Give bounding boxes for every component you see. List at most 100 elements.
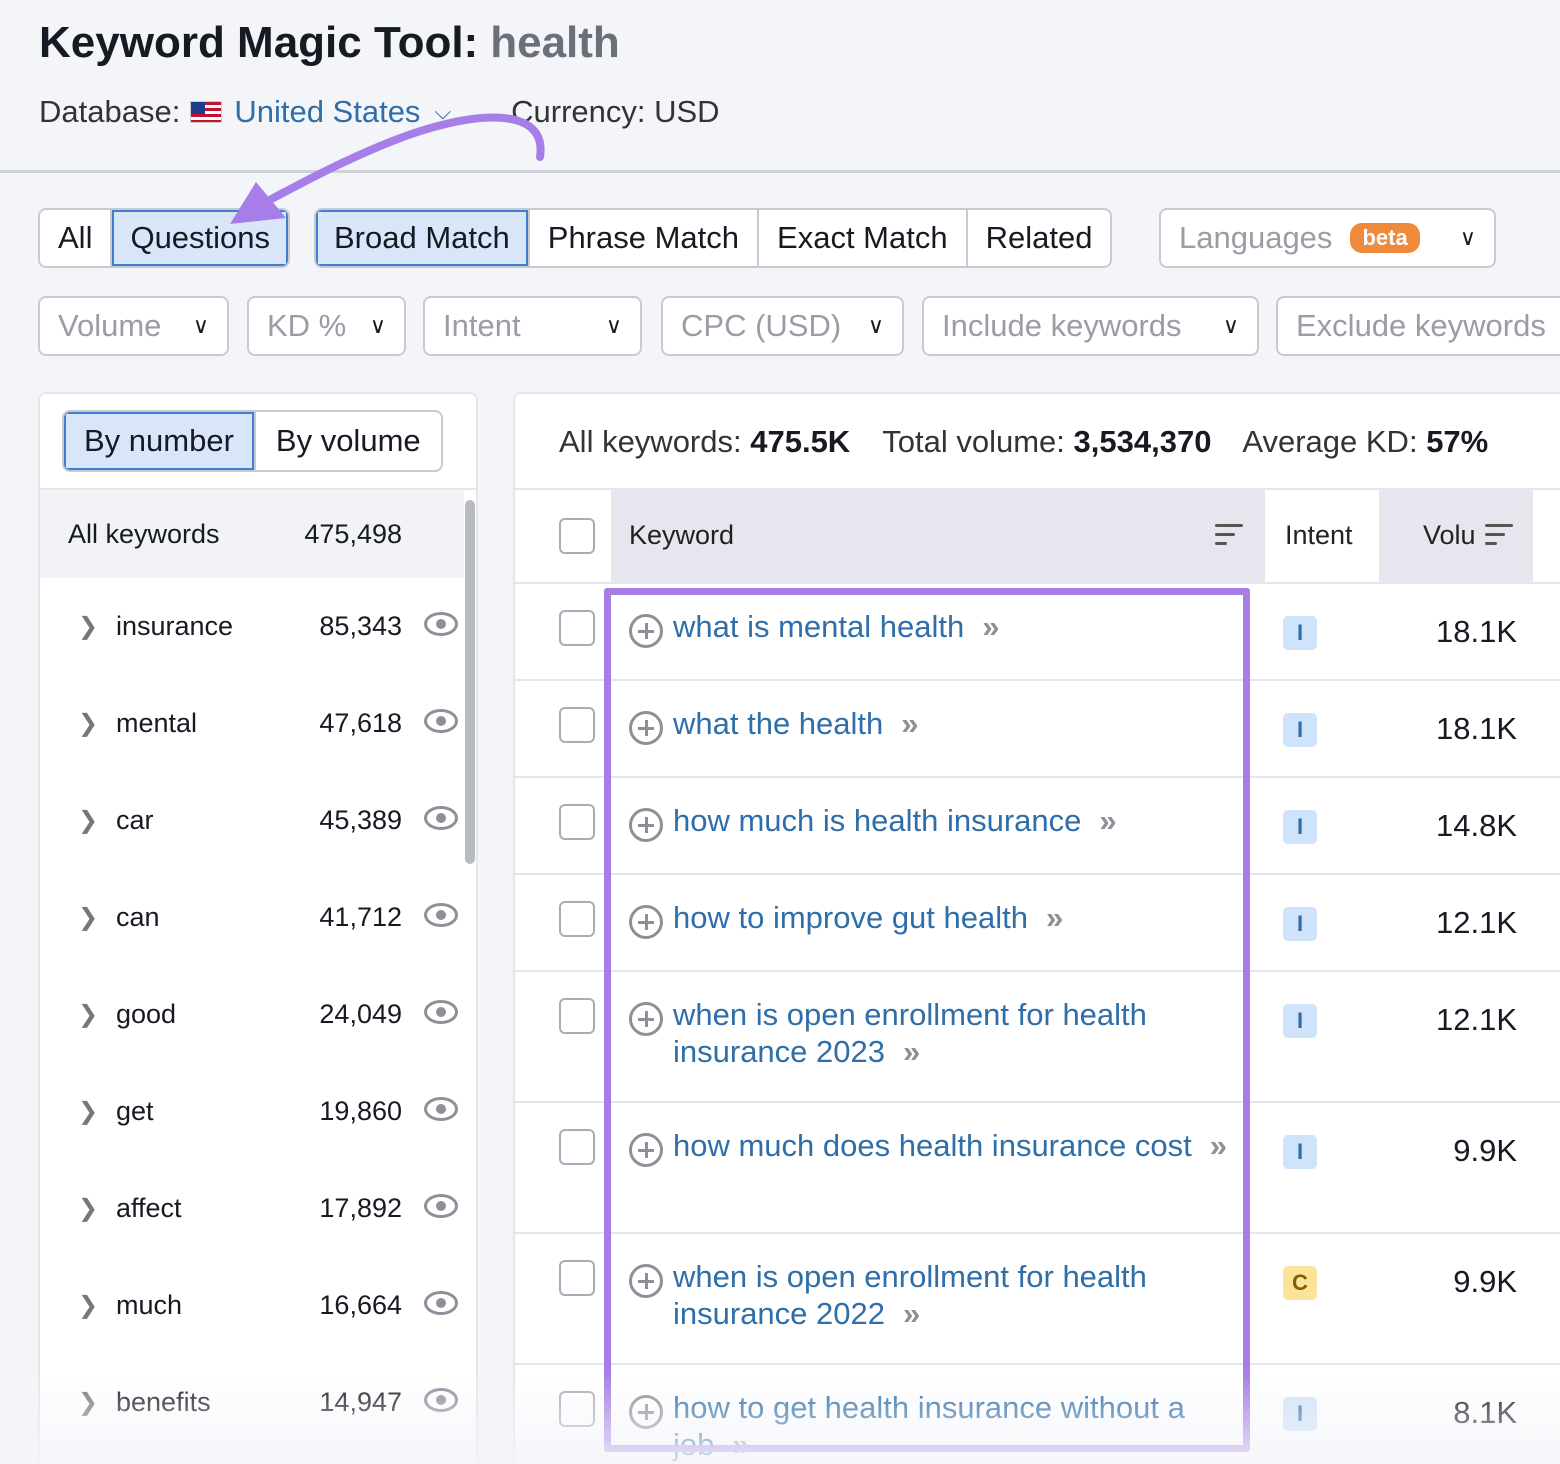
keyword-link[interactable]: how to get health insurance without a jo…	[673, 1390, 1185, 1462]
keyword-group-item[interactable]: ❯ affect 17,892	[40, 1160, 464, 1257]
exclude-keywords-filter[interactable]: Exclude keywords	[1276, 296, 1560, 356]
groups-scrollbar[interactable]	[465, 500, 475, 864]
eye-icon[interactable]	[424, 806, 458, 830]
chevron-down-icon[interactable]: ⌵	[434, 99, 451, 125]
keyword-link[interactable]: how much is health insurance	[673, 803, 1081, 838]
keyword-group-item[interactable]: ❯ car 45,389	[40, 772, 464, 869]
chevron-right-icon[interactable]: ❯	[78, 903, 98, 932]
row-checkbox[interactable]	[559, 707, 595, 743]
table-header: Keyword Intent Volu	[515, 488, 1560, 584]
keyword-group-item[interactable]: ❯ get 19,860	[40, 1063, 464, 1160]
volume-filter[interactable]: Volume ∨	[38, 296, 229, 356]
keyword-link[interactable]: how much does health insurance cost	[673, 1128, 1192, 1163]
include-keywords-filter[interactable]: Include keywords ∨	[922, 296, 1259, 356]
sort-icon[interactable]	[1485, 524, 1513, 546]
sort-icon[interactable]	[1215, 524, 1243, 546]
plus-circle-icon[interactable]	[629, 614, 663, 648]
by-volume-button[interactable]: By volume	[256, 412, 441, 470]
plus-circle-icon[interactable]	[629, 711, 663, 745]
eye-icon[interactable]	[424, 612, 458, 636]
table-row: when is open enrollment for health insur…	[515, 1232, 1560, 1363]
row-checkbox[interactable]	[559, 998, 595, 1034]
languages-dropdown[interactable]: Languages beta ∨	[1159, 208, 1496, 268]
eye-icon[interactable]	[424, 1194, 458, 1218]
group-count: 41,712	[319, 902, 402, 932]
intent-filter-label: Intent	[443, 308, 521, 343]
all-keywords-group[interactable]: All keywords 475,498	[40, 490, 464, 578]
plus-circle-icon[interactable]	[629, 1395, 663, 1429]
tab-questions[interactable]: Questions	[112, 210, 289, 266]
cpc-filter[interactable]: CPC (USD) ∨	[661, 296, 904, 356]
eye-icon[interactable]	[424, 709, 458, 733]
group-label: insurance	[116, 611, 234, 641]
plus-circle-icon[interactable]	[629, 1264, 663, 1298]
row-checkbox[interactable]	[559, 804, 595, 840]
all-keywords-stat-label: All keywords:	[559, 424, 742, 459]
table-row: what is mental health » I 18.1K	[515, 582, 1560, 679]
tab-phrase-match[interactable]: Phrase Match	[530, 210, 760, 266]
chevron-down-icon: ∨	[605, 313, 622, 338]
row-checkbox[interactable]	[559, 1391, 595, 1427]
keyword-group-item[interactable]: ❯ mental 47,618	[40, 675, 464, 772]
plus-circle-icon[interactable]	[629, 1133, 663, 1167]
table-row: how to get health insurance without a jo…	[515, 1363, 1560, 1464]
eye-icon[interactable]	[424, 903, 458, 927]
chevron-right-icon[interactable]: ❯	[78, 806, 98, 835]
chevron-right-icon[interactable]: ❯	[78, 709, 98, 738]
keyword-group-item[interactable]: ❯ benefits 14,947	[40, 1354, 464, 1451]
double-chevron-icon[interactable]: »	[732, 1427, 749, 1462]
chevron-right-icon[interactable]: ❯	[78, 1291, 98, 1320]
row-checkbox[interactable]	[559, 610, 595, 646]
chevron-right-icon[interactable]: ❯	[78, 1097, 98, 1126]
intent-column-header[interactable]: Intent	[1285, 520, 1353, 551]
eye-icon[interactable]	[424, 1097, 458, 1121]
double-chevron-icon[interactable]: »	[901, 706, 918, 741]
table-row: what the health » I 18.1K	[515, 679, 1560, 776]
chevron-right-icon[interactable]: ❯	[78, 612, 98, 641]
row-checkbox[interactable]	[559, 1260, 595, 1296]
plus-circle-icon[interactable]	[629, 808, 663, 842]
select-all-checkbox[interactable]	[559, 518, 595, 554]
plus-circle-icon[interactable]	[629, 1002, 663, 1036]
keyword-group-item[interactable]: ❯ can 41,712	[40, 869, 464, 966]
kd-filter[interactable]: KD % ∨	[247, 296, 406, 356]
keyword-link[interactable]: what the health	[673, 706, 883, 741]
volume-value: 9.9K	[1453, 1133, 1517, 1168]
chevron-right-icon[interactable]: ❯	[78, 1000, 98, 1029]
by-number-button[interactable]: By number	[64, 412, 256, 470]
intent-badge: I	[1283, 1004, 1317, 1038]
eye-icon[interactable]	[424, 1291, 458, 1315]
chevron-right-icon[interactable]: ❯	[78, 1194, 98, 1223]
keyword-link[interactable]: what is mental health	[673, 609, 964, 644]
keyword-group-item[interactable]: ❯ good 24,049	[40, 966, 464, 1063]
double-chevron-icon[interactable]: »	[982, 609, 999, 644]
double-chevron-icon[interactable]: »	[903, 1296, 920, 1331]
group-label: affect	[116, 1193, 182, 1223]
double-chevron-icon[interactable]: »	[1046, 900, 1063, 935]
chevron-right-icon[interactable]: ❯	[78, 1388, 98, 1417]
eye-icon[interactable]	[424, 1388, 458, 1412]
tab-exact-match[interactable]: Exact Match	[759, 210, 968, 266]
page-title: Keyword Magic Tool: health	[39, 18, 620, 68]
row-checkbox[interactable]	[559, 1129, 595, 1165]
keyword-link[interactable]: how to improve gut health	[673, 900, 1028, 935]
keyword-group-item[interactable]: ❯ insurance 85,343	[40, 578, 464, 675]
database-selector[interactable]: United States	[234, 94, 420, 130]
volume-column-header[interactable]: Volu	[1423, 520, 1476, 551]
chevron-down-icon: ∨	[1222, 313, 1239, 338]
keyword-column-header[interactable]: Keyword	[629, 520, 734, 551]
kd-filter-label: KD %	[267, 308, 347, 343]
double-chevron-icon[interactable]: »	[903, 1034, 920, 1069]
row-checkbox[interactable]	[559, 901, 595, 937]
tab-broad-match[interactable]: Broad Match	[316, 210, 530, 266]
tab-all[interactable]: All	[40, 210, 113, 266]
tab-related[interactable]: Related	[968, 210, 1111, 266]
question-filter-group: All Questions	[38, 208, 291, 268]
intent-filter[interactable]: Intent ∨	[423, 296, 642, 356]
volume-filter-label: Volume	[58, 308, 162, 343]
plus-circle-icon[interactable]	[629, 905, 663, 939]
keyword-group-item[interactable]: ❯ much 16,664	[40, 1257, 464, 1354]
eye-icon[interactable]	[424, 1000, 458, 1024]
double-chevron-icon[interactable]: »	[1099, 803, 1116, 838]
double-chevron-icon[interactable]: »	[1210, 1128, 1227, 1163]
